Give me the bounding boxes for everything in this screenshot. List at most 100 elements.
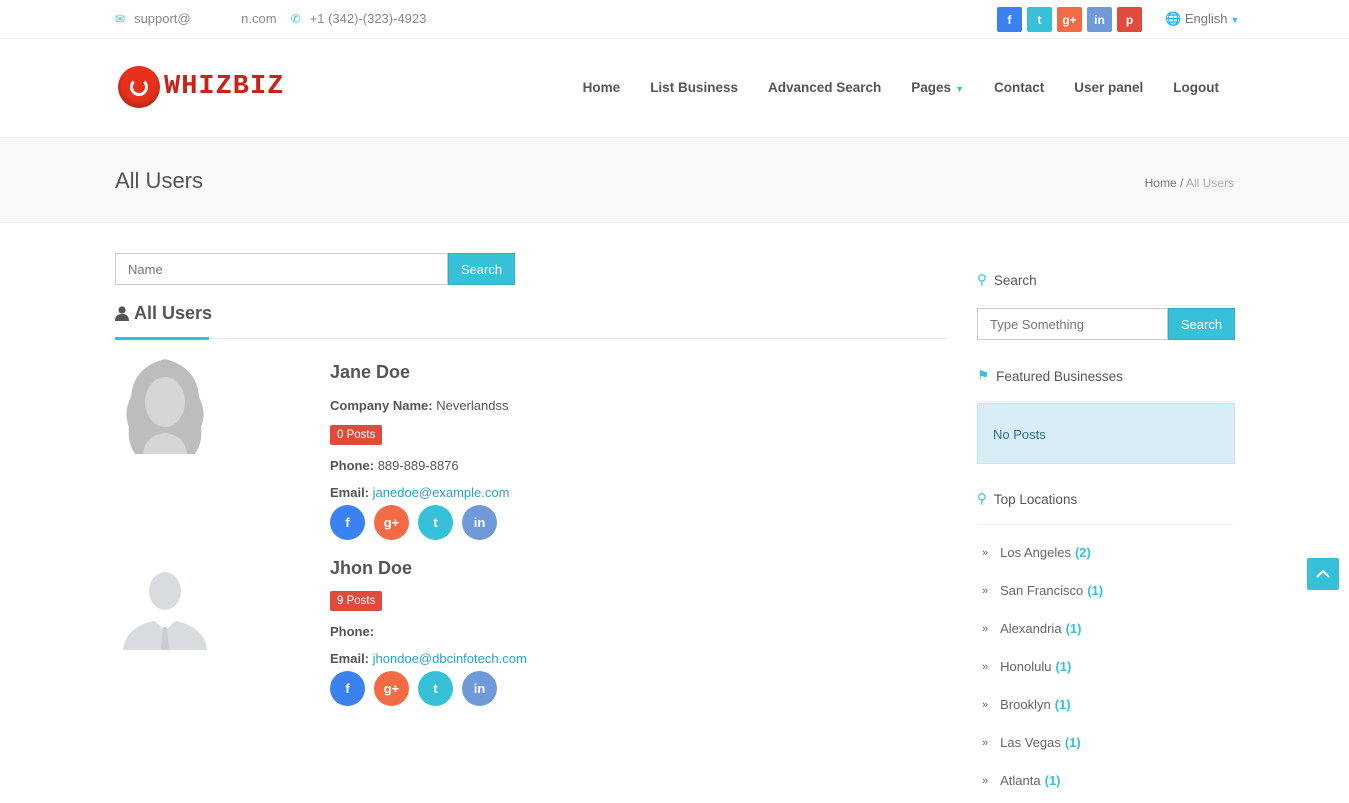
user-search-button[interactable]: Search [448,253,515,285]
google-plus-icon[interactable]: g+ [374,671,409,706]
sidebar-divider [977,401,1235,402]
support-email[interactable]: support@ n.com [134,11,277,26]
location-count: (1) [1055,659,1072,674]
user-name[interactable]: Jane Doe [330,362,509,383]
nav-home[interactable]: Home [583,80,621,95]
page-title-band: All Users Home / All Users [0,138,1349,223]
location-item[interactable]: » San Francisco (1) [982,583,1103,598]
user-name[interactable]: Jhon Doe [330,558,527,579]
breadcrumb-home[interactable]: Home [1145,176,1177,190]
location-name: Brooklyn [1000,697,1051,712]
chevron-down-icon: ▼ [955,84,964,94]
sidebar-search-title: Search [993,272,1037,288]
linkedin-icon[interactable]: in [462,671,497,706]
sidebar-divider [977,524,1235,525]
phone-value: 889-889-8876 [377,458,459,473]
contact-info: ✉ support@ n.com ✆ +1 (342)-(323)-4923 [115,11,426,26]
user-search-form: Search [115,253,515,285]
location-count: (1) [1064,735,1081,750]
twitter-icon[interactable]: t [418,671,453,706]
language-selector[interactable]: 🌐 English ▼ [1165,11,1239,27]
location-item[interactable]: » Atlanta (1) [982,773,1061,788]
top-bar: ✉ support@ n.com ✆ +1 (342)-(323)-4923 f… [0,0,1349,39]
location-count: (1) [1065,621,1082,636]
location-item[interactable]: » Los Angeles (2) [982,545,1091,560]
location-count: (2) [1074,545,1091,560]
chevron-up-icon [1316,569,1330,578]
featured-title: Featured Businesses [996,368,1123,384]
power-icon [118,66,160,108]
phone-label: Phone: [330,458,375,473]
double-chevron-right-icon: » [982,546,989,559]
facebook-icon[interactable]: f [330,505,365,540]
user-social-links: f g+ t in [330,671,527,706]
sidebar-search-form: Search [977,308,1235,340]
posts-badge[interactable]: 9 Posts [330,591,383,611]
breadcrumb-current: All Users [1185,176,1234,190]
male-avatar[interactable] [115,553,215,650]
location-count: (1) [1054,697,1071,712]
location-count: (1) [1087,583,1104,598]
location-item[interactable]: » Alexandria (1) [982,621,1081,636]
user-social-links: f g+ t in [330,505,509,540]
page-title: All Users [115,168,204,193]
breadcrumb-separator: / [1176,176,1186,190]
sidebar-search-heading: ⚲ Search [977,272,1037,288]
nav-logout[interactable]: Logout [1173,80,1219,95]
search-icon: ⚲ [977,272,987,287]
location-item[interactable]: » Honolulu (1) [982,659,1071,674]
pinterest-icon[interactable]: p [1117,7,1142,32]
google-plus-icon[interactable]: g+ [1057,7,1082,32]
double-chevron-right-icon: » [982,698,989,711]
section-divider [115,338,947,339]
location-name: Las Vegas [1000,735,1061,750]
linkedin-icon[interactable]: in [462,505,497,540]
breadcrumb: Home / All Users [1145,176,1234,190]
twitter-icon[interactable]: t [1027,7,1052,32]
language-label: English [1184,11,1228,26]
globe-icon: 🌐 [1165,11,1182,26]
posts-badge[interactable]: 0 Posts [330,425,383,445]
envelope-icon: ✉ [115,11,126,26]
name-search-input[interactable] [115,253,448,285]
location-name: San Francisco [1000,583,1084,598]
email-label: Email: [330,651,370,666]
nav-user-panel[interactable]: User panel [1074,80,1143,95]
nav-list-business[interactable]: List Business [650,80,738,95]
locations-heading: ⚲ Top Locations [977,491,1077,507]
linkedin-icon[interactable]: in [1087,7,1112,32]
double-chevron-right-icon: » [982,584,989,597]
email-link[interactable]: jhondoe@dbcinfotech.com [373,651,527,666]
nav-advanced-search[interactable]: Advanced Search [768,80,881,95]
google-plus-icon[interactable]: g+ [374,505,409,540]
scroll-to-top-button[interactable] [1307,558,1339,590]
main-nav: Home List Business Advanced Search Pages… [553,80,1219,95]
support-phone[interactable]: +1 (342)-(323)-4923 [310,11,427,26]
phone-icon: ✆ [290,11,301,26]
section-underline [115,337,209,340]
email-link[interactable]: janedoe@example.com [373,485,510,500]
site-logo[interactable]: WHIZBIZ [118,66,284,108]
location-item[interactable]: » Brooklyn (1) [982,697,1071,712]
double-chevron-right-icon: » [982,622,989,635]
phone-row: Phone: 889-889-8876 [330,458,509,473]
company-value: Neverlandss [436,398,509,413]
location-name: Honolulu [1000,659,1052,674]
location-item[interactable]: » Las Vegas (1) [982,735,1081,750]
female-avatar[interactable] [115,357,215,454]
location-name: Atlanta [1000,773,1041,788]
sidebar-search-input[interactable] [977,308,1168,340]
facebook-icon[interactable]: f [330,671,365,706]
user-icon [115,306,129,321]
nav-pages[interactable]: Pages ▼ [911,80,964,95]
twitter-icon[interactable]: t [418,505,453,540]
chevron-down-icon: ▼ [1230,15,1240,25]
top-social-links: f t g+ in p [997,7,1142,32]
company-row: Company Name: Neverlandss [330,398,509,413]
site-header: WHIZBIZ Home List Business Advanced Sear… [0,39,1349,138]
facebook-icon[interactable]: f [997,7,1022,32]
sidebar-search-button[interactable]: Search [1168,308,1235,340]
nav-contact[interactable]: Contact [994,80,1044,95]
nav-pages-label: Pages [911,80,952,95]
double-chevron-right-icon: » [982,660,989,673]
